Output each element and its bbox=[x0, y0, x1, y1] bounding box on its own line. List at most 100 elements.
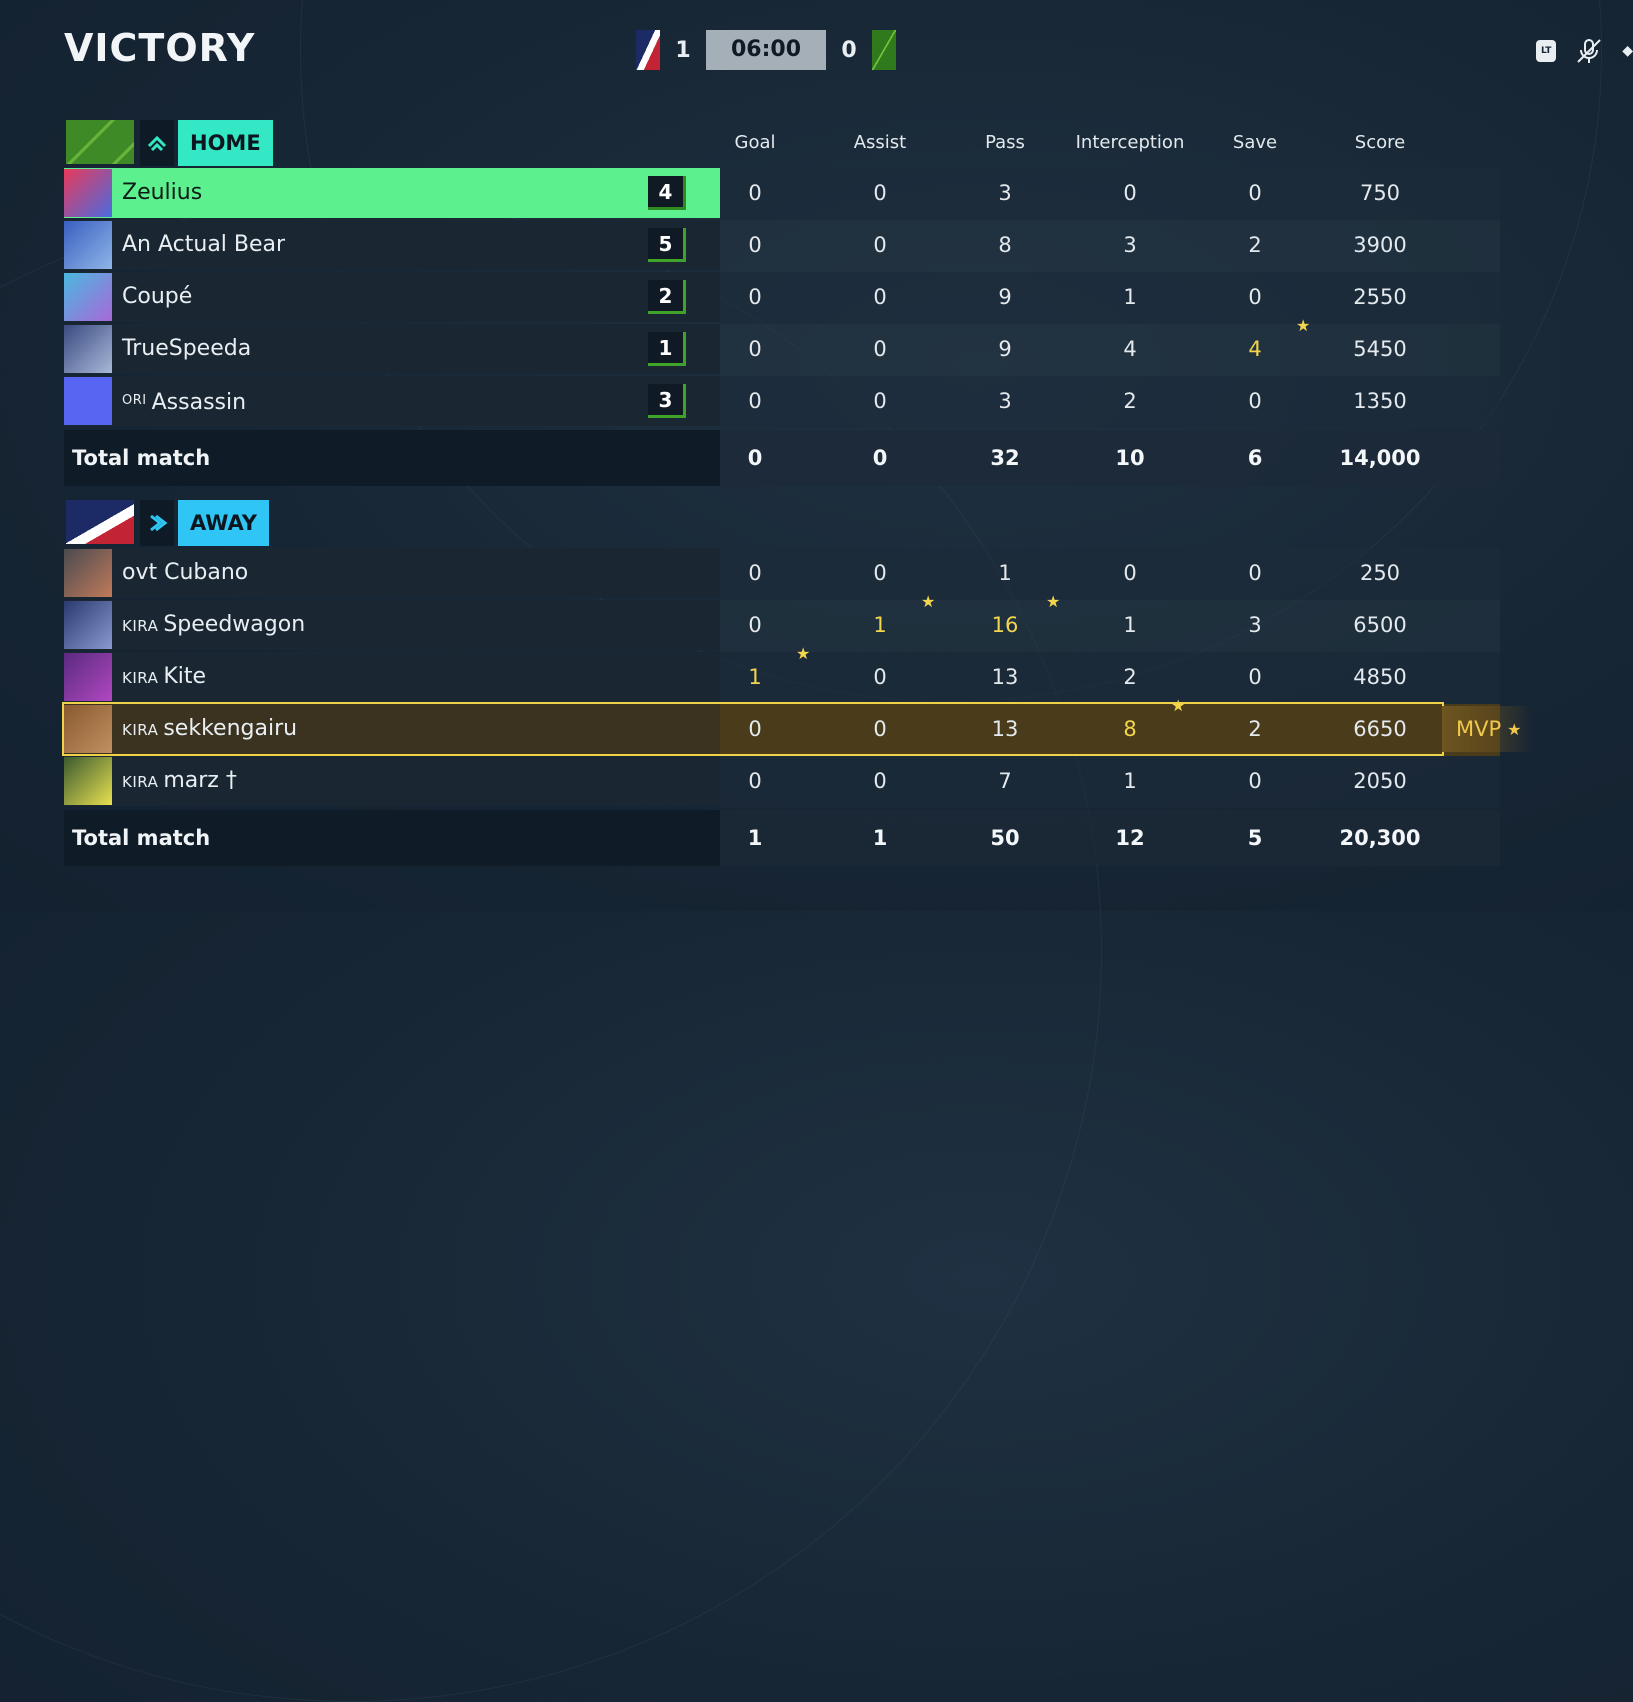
player-name: Zeulius bbox=[122, 168, 202, 218]
stat-goal: 0 bbox=[748, 181, 762, 205]
total-goal: 1 bbox=[747, 826, 763, 850]
stat-assist: 0 bbox=[873, 181, 887, 205]
stat-pass: 3 bbox=[998, 181, 1012, 205]
stat-save: 0 bbox=[1248, 769, 1262, 793]
player-avatar bbox=[64, 325, 112, 373]
stat-pass: 9 bbox=[998, 337, 1012, 361]
player-row[interactable]: Coupé 2 0 0 9 1 0 2550 bbox=[64, 272, 1500, 324]
player-avatar bbox=[64, 757, 112, 805]
total-save: 5 bbox=[1247, 826, 1263, 850]
away-team-header: AWAY bbox=[64, 498, 1500, 548]
column-interception: Interception bbox=[1075, 132, 1185, 153]
right-score: 0 bbox=[841, 37, 857, 63]
stat-score: 5450 bbox=[1353, 337, 1407, 361]
player-name-text: Coupé bbox=[122, 284, 193, 309]
mvp-label: MVP bbox=[1456, 717, 1502, 741]
player-row[interactable]: An Actual Bear 5 0 0 8 3 2 3900 bbox=[64, 220, 1500, 272]
player-name-text: sekkengairu bbox=[163, 716, 298, 741]
stat-assist: 0 bbox=[873, 769, 887, 793]
stat-goal: 0 bbox=[748, 233, 762, 257]
player-name: KIRA sekkengairu bbox=[122, 704, 297, 754]
stat-interception: 1 bbox=[1123, 285, 1137, 309]
player-clan-tag: KIRA bbox=[122, 617, 159, 635]
stat-assist: 0 bbox=[873, 717, 887, 741]
player-name-text: Zeulius bbox=[122, 180, 203, 205]
mvp-star-icon: ★ bbox=[1507, 719, 1522, 739]
total-assist: 0 bbox=[872, 446, 888, 470]
stat-assist: 0 bbox=[873, 233, 887, 257]
column-goal: Goal bbox=[734, 132, 776, 153]
stat-pass: 13 bbox=[991, 717, 1019, 741]
lt-button-icon[interactable]: LT bbox=[1536, 40, 1557, 62]
stat-goal: 0 bbox=[748, 561, 762, 585]
stat-goal: 0 bbox=[748, 769, 762, 793]
stat-interception: 2 bbox=[1123, 389, 1137, 413]
stat-goal: 0 bbox=[748, 389, 762, 413]
total-interception: 12 bbox=[1115, 826, 1145, 850]
player-row[interactable]: KIRA Kite 1 ★ 0 13 2 0 4850 bbox=[64, 644, 1500, 704]
stat-score: 2050 bbox=[1353, 769, 1407, 793]
stat-interception: 1 bbox=[1123, 613, 1137, 637]
column-score: Score bbox=[1354, 132, 1406, 153]
stat-score: 250 bbox=[1359, 561, 1401, 585]
player-number-badge: 1 bbox=[648, 332, 686, 366]
star-icon: ★ bbox=[1046, 592, 1061, 611]
player-row[interactable]: KIRA marz † 0 0 7 1 0 2050 bbox=[64, 756, 1500, 808]
home-emblem-icon bbox=[140, 120, 174, 166]
player-row[interactable]: ovt Cubano 0 0 1 0 0 250 bbox=[64, 548, 1500, 600]
stat-score: 6650 bbox=[1353, 717, 1407, 741]
stat-assist: 0 bbox=[873, 389, 887, 413]
player-number-badge: 5 bbox=[648, 228, 686, 262]
stat-save: 0 bbox=[1248, 285, 1262, 309]
player-name: ORI Assassin bbox=[122, 376, 246, 426]
player-avatar bbox=[64, 601, 112, 649]
player-name-text: TrueSpeeda bbox=[122, 336, 252, 361]
left-score: 1 bbox=[675, 37, 691, 63]
star-icon: ★ bbox=[921, 592, 936, 611]
total-goal: 0 bbox=[747, 446, 763, 470]
total-match-row: Total match 1 1 50 12 5 20,300 bbox=[64, 810, 1500, 866]
total-score: 20,300 bbox=[1339, 826, 1421, 850]
home-team-flag-icon bbox=[66, 120, 134, 164]
total-score: 14,000 bbox=[1339, 446, 1421, 470]
away-team-flag-icon bbox=[66, 500, 134, 544]
player-name: KIRA Kite bbox=[122, 652, 206, 702]
stat-score: 750 bbox=[1359, 181, 1401, 205]
stat-interception: 2 bbox=[1123, 665, 1137, 689]
player-name-text: ovt Cubano bbox=[122, 560, 249, 585]
stat-goal: 0 bbox=[748, 717, 762, 741]
top-right-icons: LT ◆ bbox=[1536, 36, 1633, 66]
player-name: TrueSpeeda bbox=[122, 324, 251, 374]
player-number-badge: 3 bbox=[648, 384, 686, 418]
stat-assist: 0 bbox=[873, 561, 887, 585]
player-clan-tag: ORI bbox=[122, 393, 147, 408]
stat-save: 2 bbox=[1248, 717, 1262, 741]
stat-pass: 9 bbox=[998, 285, 1012, 309]
player-name: An Actual Bear bbox=[122, 220, 285, 270]
player-row[interactable]: TrueSpeeda 1 0 0 9 4 4 ★ 5450 bbox=[64, 316, 1500, 376]
stat-save: 0 bbox=[1248, 665, 1262, 689]
player-name: KIRA Speedwagon bbox=[122, 600, 305, 650]
player-row[interactable]: KIRA sekkengairu 0 0 13 8 ★ 2 6650 MVP ★ bbox=[62, 696, 1532, 756]
player-row[interactable]: Zeulius 4 0 0 3 0 0 750 bbox=[64, 168, 1500, 220]
player-row[interactable]: KIRA Speedwagon 0 1 ★ 16 ★ 1 3 6500 bbox=[64, 592, 1500, 652]
total-match-row: Total match 0 0 32 10 6 14,000 bbox=[64, 430, 1500, 486]
stat-score: 1350 bbox=[1353, 389, 1407, 413]
stat-interception: 0 bbox=[1123, 561, 1137, 585]
player-avatar bbox=[64, 549, 112, 597]
player-name-text: marz † bbox=[163, 768, 237, 793]
stat-save: 0 bbox=[1248, 561, 1262, 585]
column-assist: Assist bbox=[853, 132, 907, 153]
mic-muted-icon[interactable] bbox=[1574, 36, 1604, 66]
star-icon: ★ bbox=[1296, 316, 1311, 335]
player-avatar bbox=[64, 273, 112, 321]
player-row[interactable]: ORI Assassin 3 0 0 3 2 0 1350 bbox=[64, 376, 1500, 428]
away-team-section: AWAY ovt Cubano 0 0 1 0 0 250 KIRA Speedwagon 0 1 ★… bbox=[62, 498, 1532, 866]
stat-save: 0 bbox=[1248, 181, 1262, 205]
stat-pass: 3 bbox=[998, 389, 1012, 413]
total-interception: 10 bbox=[1115, 446, 1145, 470]
match-clock: 06:00 bbox=[706, 30, 826, 70]
stat-assist: 0 bbox=[873, 337, 887, 361]
stat-pass: 13 bbox=[991, 665, 1019, 689]
player-number-badge: 2 bbox=[648, 280, 686, 314]
